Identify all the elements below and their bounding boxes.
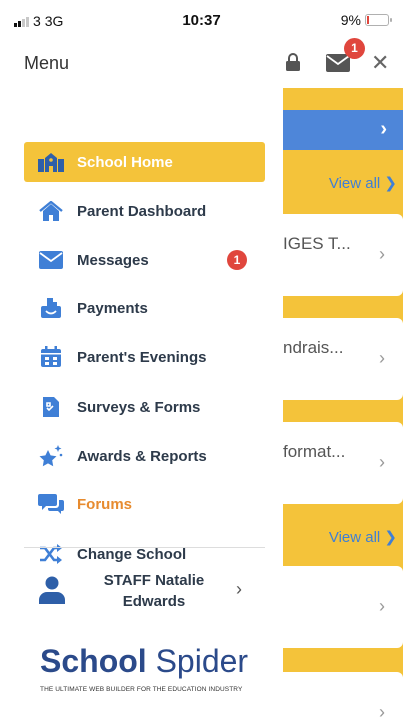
logo-word-school: School xyxy=(40,643,147,679)
user-icon xyxy=(39,576,65,604)
envelope-icon xyxy=(38,248,64,272)
nav-item-payments[interactable]: Payments xyxy=(24,288,265,328)
school-icon xyxy=(38,150,64,174)
status-bar: 3 3G 10:37 9% xyxy=(0,0,403,40)
card-title: format... xyxy=(283,442,346,461)
logo-text: School Spider xyxy=(40,643,248,680)
user-name: STAFF Natalie Edwards xyxy=(84,570,224,612)
sparkle-star-icon xyxy=(38,444,64,468)
menu-header: Menu 1 ✕ xyxy=(0,38,403,88)
user-account-row[interactable]: STAFF Natalie Edwards › xyxy=(24,568,265,624)
chat-bubbles-icon xyxy=(38,492,64,516)
divider xyxy=(24,547,265,548)
nav-label: Parent's Evenings xyxy=(77,348,207,366)
nav-label: Payments xyxy=(77,299,148,317)
chevron-right-icon: › xyxy=(379,244,385,264)
nav-item-awards-reports[interactable]: Awards & Reports xyxy=(24,436,265,476)
user-name-line1: STAFF Natalie xyxy=(103,572,205,589)
chevron-right-icon: › xyxy=(379,348,385,368)
logo-word-spider: Spider xyxy=(155,643,249,679)
nav-item-forums[interactable]: Forums xyxy=(24,484,265,524)
mail-badge: 1 xyxy=(344,38,365,59)
banner-bar[interactable]: › xyxy=(283,110,403,150)
nav-label: Messages xyxy=(77,251,149,269)
chevron-right-icon: › xyxy=(379,452,385,472)
nav-label: Forums xyxy=(77,495,133,513)
nav-item-school-home[interactable]: School Home xyxy=(24,142,265,182)
shuffle-icon xyxy=(38,542,64,566)
news-card[interactable]: IGES T... › xyxy=(283,214,403,296)
lock-icon[interactable] xyxy=(285,52,301,72)
mail-icon[interactable] xyxy=(326,54,350,72)
nav-item-parents-evenings[interactable]: Parent's Evenings xyxy=(24,337,265,377)
nav-item-surveys-forms[interactable]: Surveys & Forms xyxy=(24,387,265,427)
battery-icon xyxy=(365,14,392,26)
user-name-line2: Edwards xyxy=(122,593,186,610)
news-card[interactable]: › xyxy=(283,672,403,722)
calendar-icon xyxy=(38,345,64,369)
background-page: › View all ❯ IGES T... › ndrais... › for… xyxy=(283,88,403,722)
nav-label: Change School xyxy=(77,545,187,563)
payments-icon xyxy=(38,296,64,320)
menu-title: Menu xyxy=(24,53,70,73)
battery-percent: 9% xyxy=(340,12,361,28)
nav-item-parent-dashboard[interactable]: Parent Dashboard xyxy=(24,191,265,231)
news-card[interactable]: › xyxy=(283,566,403,648)
forms-icon xyxy=(38,395,64,419)
chevron-right-icon: › xyxy=(380,118,387,140)
card-title: ndrais... xyxy=(283,338,344,357)
side-drawer: School Home Parent Dashboard Messages 1 xyxy=(0,88,283,722)
news-card[interactable]: format... › xyxy=(283,422,403,504)
close-icon[interactable]: ✕ xyxy=(371,52,389,74)
news-card[interactable]: ndrais... › xyxy=(283,318,403,400)
view-all-link[interactable]: View all ❯ xyxy=(329,528,397,546)
nav-label: Surveys & Forms xyxy=(77,398,201,416)
chevron-right-icon: › xyxy=(236,579,242,599)
chevron-right-icon: › xyxy=(379,702,385,722)
nav-label: Parent Dashboard xyxy=(77,202,207,220)
nav-item-messages[interactable]: Messages 1 xyxy=(24,240,265,280)
card-title: IGES T... xyxy=(283,234,351,253)
home-icon xyxy=(38,199,64,223)
nav-label: Awards & Reports xyxy=(77,447,207,465)
battery-indicator: 9% xyxy=(340,12,392,28)
view-all-link[interactable]: View all ❯ xyxy=(329,174,397,192)
logo-tagline: THE ULTIMATE WEB BUILDER FOR THE EDUCATI… xyxy=(40,686,243,693)
messages-badge: 1 xyxy=(227,250,247,270)
nav-label: School Home xyxy=(77,153,173,171)
chevron-right-icon: › xyxy=(379,596,385,616)
